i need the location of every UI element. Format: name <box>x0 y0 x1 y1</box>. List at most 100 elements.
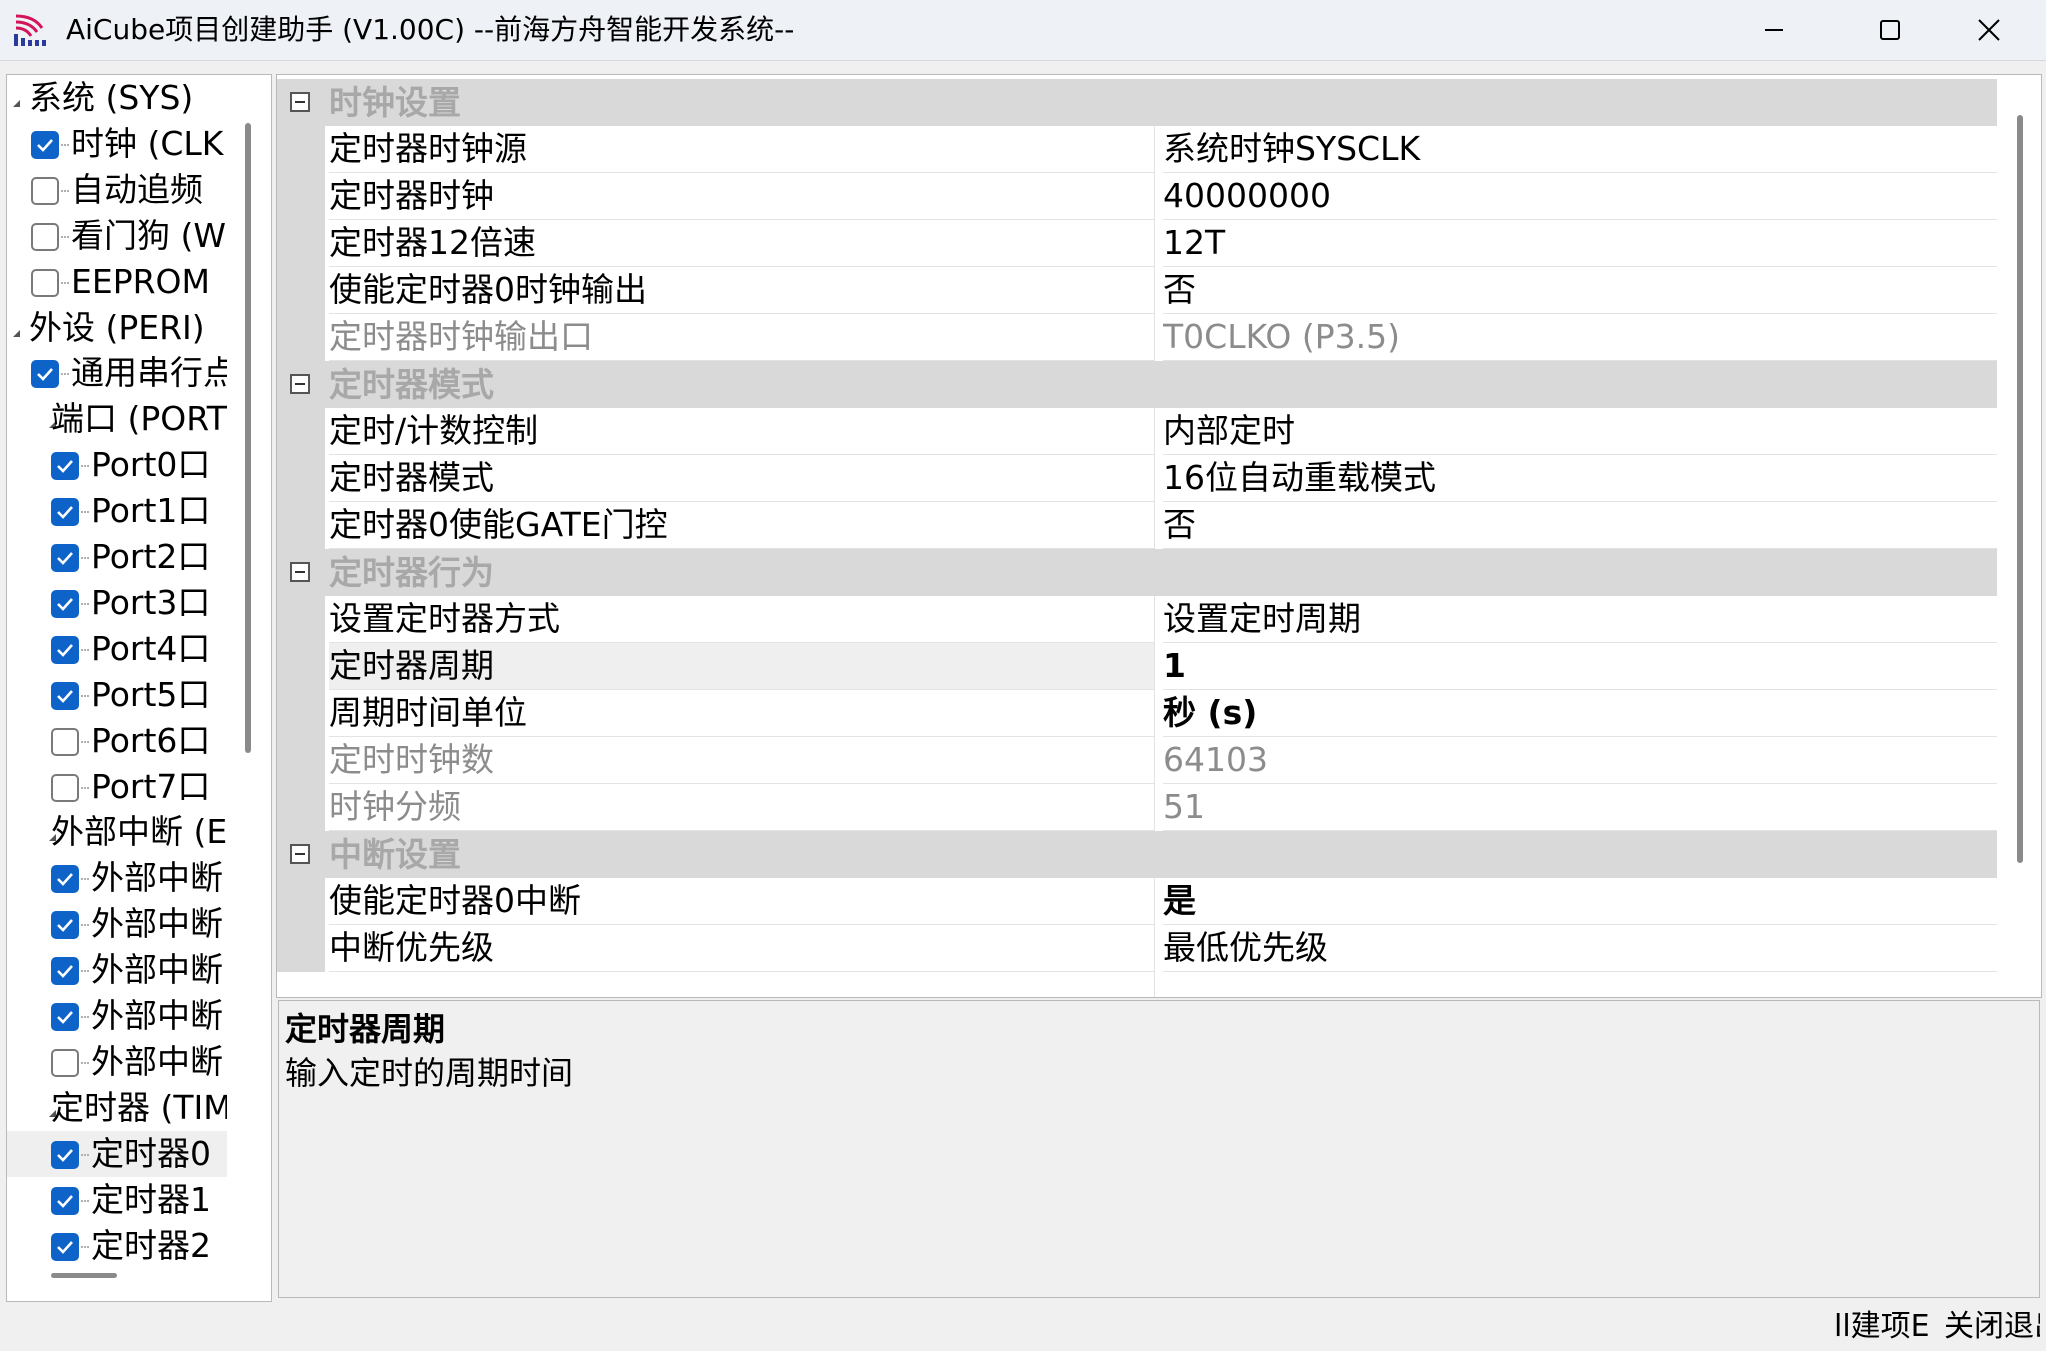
tree-item[interactable]: Port7口 <box>7 764 227 810</box>
expander-icon[interactable] <box>13 322 20 337</box>
checkbox-checked[interactable] <box>31 130 59 159</box>
property-row[interactable]: 定时器时钟输出口 T0CLKO (P3.5) <box>277 314 1997 361</box>
tree-item[interactable]: EEPROM <box>7 259 227 305</box>
property-name: 设置定时器方式 <box>329 596 1155 643</box>
create-project-button[interactable]: ll建项E <box>1834 1304 1946 1350</box>
collapse-icon[interactable] <box>290 844 310 864</box>
checkbox-checked[interactable] <box>51 911 79 940</box>
property-row[interactable]: 定时器0使能GATE门控否 <box>277 502 1997 549</box>
property-value[interactable]: 1 <box>1163 643 1997 690</box>
tree-item[interactable]: 自动追频 <box>7 167 227 213</box>
property-row[interactable]: 定时时钟数 64103 <box>277 737 1997 784</box>
property-value[interactable]: 40000000 <box>1163 173 1997 220</box>
checkbox-checked[interactable] <box>51 1003 79 1031</box>
property-name: 定时器时钟 <box>329 173 1155 220</box>
property-row[interactable]: 中断优先级 最低优先级 <box>277 925 1997 972</box>
tree-connector <box>81 465 89 469</box>
tree-item-label: 定时器0 <box>91 1133 211 1173</box>
tree-group-node[interactable]: 外部中断 (E) <box>7 809 227 855</box>
tree-item[interactable]: Port4口 <box>7 626 227 672</box>
property-value[interactable]: 否 <box>1163 267 1997 314</box>
tree-item[interactable]: Port2口 <box>7 534 227 580</box>
component-tree[interactable]: 系统 (SYS) 时钟 (CLK 自动追频 看门狗 (W EEPROM 外设 (PERI)… <box>6 74 272 1302</box>
property-category[interactable]: 时钟设置 <box>277 79 1997 126</box>
property-value[interactable]: 12T <box>1163 220 1997 267</box>
tree-item[interactable]: 外部中断 <box>7 993 227 1039</box>
tree-item[interactable]: Port1口 <box>7 488 227 534</box>
tree-item[interactable]: 外部中断 <box>7 1039 227 1085</box>
property-value[interactable]: 内部定时 <box>1163 408 1997 455</box>
property-row[interactable]: 设置定时器方式 设置定时周期 <box>277 596 1997 643</box>
tree-item[interactable]: 时钟 (CLK <box>7 121 227 167</box>
tree-item[interactable]: Port3口 <box>7 580 227 626</box>
property-value[interactable]: 秒 (s) <box>1163 690 1997 737</box>
property-category[interactable]: 定时器行为 <box>277 549 1997 596</box>
minimize-button[interactable] <box>1716 0 1832 60</box>
close-exit-button[interactable]: 关闭退出 <box>1944 1304 2040 1350</box>
tree-group-node[interactable]: 端口 (PORT <box>7 396 227 442</box>
property-category[interactable]: 定时器模式 <box>277 361 1997 408</box>
tree-group-node[interactable]: 定时器 (TIM <box>7 1085 227 1131</box>
checkbox-checked[interactable] <box>51 1140 79 1169</box>
property-value[interactable]: 是 <box>1163 878 1997 925</box>
checkbox-unchecked[interactable] <box>51 727 79 756</box>
checkbox-unchecked[interactable] <box>51 773 79 802</box>
grid-vertical-scrollbar[interactable] <box>2017 115 2023 863</box>
checkbox-unchecked[interactable] <box>31 176 59 205</box>
tree-vertical-scrollbar[interactable] <box>245 123 251 753</box>
checkbox-unchecked[interactable] <box>31 268 59 297</box>
property-row[interactable]: 使能定时器0时钟输出否 <box>277 267 1997 314</box>
close-button[interactable] <box>1932 0 2046 60</box>
tree-item[interactable]: 定时器2 <box>7 1223 227 1269</box>
tree-item[interactable]: 外部中断 <box>7 947 227 993</box>
collapse-icon[interactable] <box>290 562 310 582</box>
tree-item[interactable]: 外部中断 <box>7 855 227 901</box>
collapse-icon[interactable] <box>290 92 310 112</box>
property-value[interactable]: 系统时钟SYSCLK <box>1163 126 1997 173</box>
property-value[interactable]: 否 <box>1163 502 1997 549</box>
property-value[interactable]: 最低优先级 <box>1163 925 1997 972</box>
tree-group-node[interactable]: 外设 (PERI) <box>7 305 227 351</box>
checkbox-checked[interactable] <box>51 498 79 527</box>
collapse-icon[interactable] <box>290 374 310 394</box>
property-row[interactable]: 定时器时钟源 系统时钟SYSCLK <box>277 126 1997 173</box>
property-row[interactable]: 定时/计数控制 内部定时 <box>277 408 1997 455</box>
property-value[interactable]: 16位自动重载模式 <box>1163 455 1997 502</box>
property-row[interactable]: 时钟分频 51 <box>277 784 1997 831</box>
tree-item[interactable]: Port0口 <box>7 442 227 488</box>
row-gutter <box>277 643 325 690</box>
tree-horizontal-scrollbar[interactable] <box>51 1273 117 1278</box>
tree-item[interactable]: Port6口 <box>7 718 227 764</box>
checkbox-checked[interactable] <box>51 1186 79 1215</box>
property-row[interactable]: 定时器时钟 40000000 <box>277 173 1997 220</box>
checkbox-checked[interactable] <box>51 635 79 664</box>
property-row[interactable]: 定时器12倍速 12T <box>277 220 1997 267</box>
property-value[interactable]: 设置定时周期 <box>1163 596 1997 643</box>
checkbox-checked[interactable] <box>31 360 59 389</box>
title-bar[interactable]: AiCube项目创建助手 (V1.00C) --前海方舟智能开发系统-- <box>0 0 2046 61</box>
property-category[interactable]: 中断设置 <box>277 831 1997 878</box>
checkbox-checked[interactable] <box>51 544 79 572</box>
tree-item[interactable]: 外部中断 <box>7 901 227 947</box>
checkbox-checked[interactable] <box>51 681 79 710</box>
property-row[interactable]: 周期时间单位秒 (s) <box>277 690 1997 737</box>
property-row[interactable]: 定时器周期 1 <box>277 643 1997 690</box>
tree-item[interactable]: Port5口 <box>7 672 227 718</box>
tree-item[interactable]: 看门狗 (W <box>7 213 227 259</box>
property-row[interactable]: 定时器模式 16位自动重载模式 <box>277 455 1997 502</box>
checkbox-unchecked[interactable] <box>31 222 59 251</box>
property-grid[interactable]: 时钟设置 定时器时钟源 系统时钟SYSCLK 定时器时钟 40000000 定时器12倍速… <box>276 74 2042 998</box>
tree-item[interactable]: 定时器0 <box>7 1130 227 1177</box>
expander-icon[interactable] <box>13 92 20 107</box>
checkbox-checked[interactable] <box>51 452 79 481</box>
checkbox-checked[interactable] <box>51 1232 79 1261</box>
checkbox-unchecked[interactable] <box>51 1048 79 1077</box>
checkbox-checked[interactable] <box>51 957 79 986</box>
tree-group-node[interactable]: 系统 (SYS) <box>7 75 227 121</box>
tree-item[interactable]: 通用串行点 <box>7 350 227 396</box>
property-row[interactable]: 使能定时器0中断是 <box>277 878 1997 925</box>
checkbox-checked[interactable] <box>51 865 79 894</box>
tree-item[interactable]: 定时器1 <box>7 1177 227 1223</box>
checkbox-checked[interactable] <box>51 589 79 618</box>
maximize-button[interactable] <box>1832 0 1948 60</box>
